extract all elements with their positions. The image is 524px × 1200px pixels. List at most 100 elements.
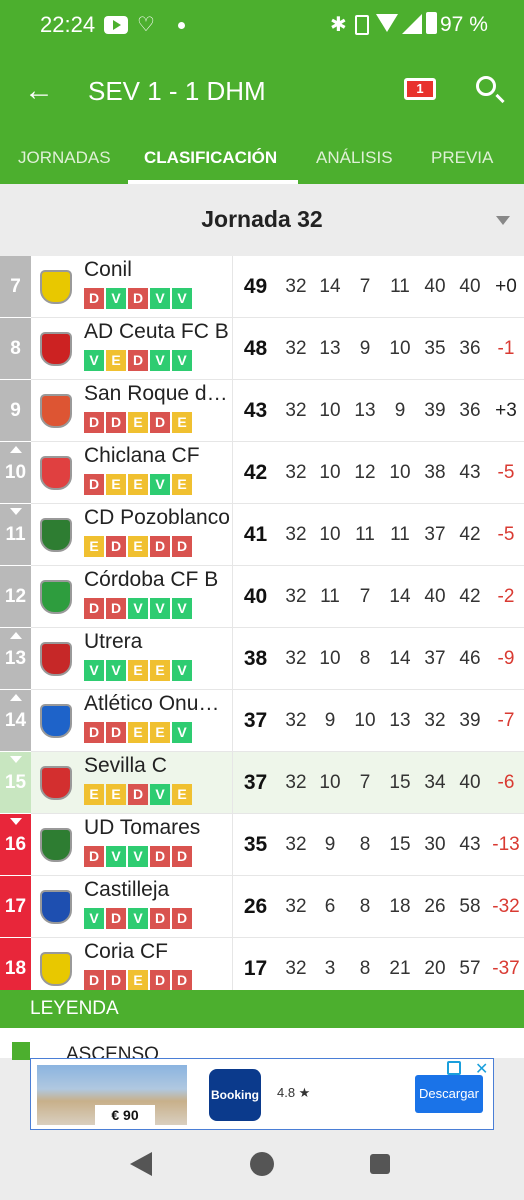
team-crest-icon [40, 270, 72, 304]
form-result-badge: E [172, 412, 192, 433]
chevron-down-icon[interactable] [496, 216, 510, 225]
back-arrow-icon[interactable]: ← [24, 74, 58, 108]
form-result-badge: V [128, 846, 148, 867]
table-row[interactable]: 13 Utrera V V E E V 38 32 10 8 14 37 46 -9 [0, 628, 524, 690]
form-result-badge: D [128, 350, 148, 371]
form-result-badge: V [150, 350, 170, 371]
table-row[interactable]: 17 Castilleja V D V D D 26 32 6 8 18 26 58 -32 [0, 876, 524, 938]
battery-icon [426, 12, 437, 34]
table-row[interactable]: 10 Chiclana CF D E E V E 42 32 10 12 10 38 43 -5 [0, 442, 524, 504]
tab-clasificacion[interactable]: CLASIFICACIÓN [144, 148, 277, 168]
stat-p: 11 [390, 276, 410, 297]
table-row[interactable]: 12 Córdoba CF B D D V V V 40 32 11 7 14 40 42 -2 [0, 566, 524, 628]
jornada-selector[interactable]: Jornada 32 [0, 184, 524, 256]
stat-gf: 40 [424, 276, 446, 297]
stat-gc: 42 [459, 524, 481, 545]
form-result-badge: V [172, 598, 192, 619]
stat-pj: 32 [285, 400, 307, 421]
table-row[interactable]: 15 Sevilla C E E D V E 37 32 10 7 15 34 40 -6 [0, 752, 524, 814]
tab-jornadas[interactable]: JORNADAS [18, 148, 111, 168]
recent-form: EDEDD [84, 536, 194, 558]
tab-bar: JORNADAS CLASIFICACIÓN ANÁLISIS PREVIA [0, 140, 524, 184]
stat-e: 13 [354, 400, 376, 421]
stat-gc: 42 [459, 586, 481, 607]
table-row[interactable]: 8 AD Ceuta FC B V E D V V 48 32 13 9 10 35 36 -1 [0, 318, 524, 380]
ad-banner[interactable]: € 90 Booking 4.8 ★ Descargar ✕ [30, 1058, 494, 1130]
form-result-badge: V [172, 350, 192, 371]
legend-title: LEYENDA [30, 998, 119, 1019]
stat-p: 14 [389, 586, 411, 607]
recent-form: VDVDD [84, 908, 194, 930]
team-name: Conil [84, 258, 132, 281]
table-row[interactable]: 18 Coria CF D D E D D 17 32 3 8 21 20 57 -37 [0, 938, 524, 990]
form-result-badge: V [172, 288, 192, 309]
form-result-badge: D [84, 598, 104, 619]
form-result-badge: E [106, 350, 126, 371]
form-result-badge: E [128, 722, 148, 743]
jornada-label: Jornada 32 [201, 206, 323, 232]
form-result-badge: E [84, 536, 104, 557]
team-name: CD Pozoblanco [84, 506, 230, 529]
form-result-badge: E [128, 536, 148, 557]
stat-gf: 37 [424, 524, 446, 545]
nav-recents-icon[interactable] [370, 1154, 390, 1174]
stat-g: 10 [319, 400, 341, 421]
stat-g: 11 [320, 586, 340, 607]
legend-header: LEYENDA [0, 990, 524, 1028]
stat-pj: 32 [285, 772, 307, 793]
stat-e: 7 [359, 276, 371, 297]
search-icon[interactable] [476, 76, 496, 96]
nav-back-icon[interactable] [130, 1152, 152, 1176]
stat-g: 9 [324, 834, 336, 855]
recent-form: DDEEV [84, 722, 194, 744]
form-result-badge: D [106, 598, 126, 619]
table-row[interactable]: 14Atlético OnubenseDDEEV3732910133239-7 [0, 690, 524, 752]
stat-pj: 32 [285, 338, 307, 359]
ad-download-button[interactable]: Descargar [415, 1075, 483, 1113]
team-name: San Roque de Lepe [84, 382, 230, 405]
stat-dif: -5 [497, 524, 515, 545]
legend-item-ascenso: ASCENSO [0, 1028, 524, 1065]
team-name: Córdoba CF B [84, 568, 219, 591]
team-name: Utrera [84, 630, 143, 653]
adchoices-icon[interactable] [447, 1061, 461, 1075]
nav-home-icon[interactable] [250, 1152, 274, 1176]
stat-p: 14 [389, 648, 411, 669]
arrow-down-icon [10, 508, 22, 515]
stat-dif: +3 [495, 400, 517, 421]
stat-gf: 37 [424, 648, 446, 669]
recent-form: DDEDE [84, 412, 194, 434]
table-row[interactable]: 11 CD Pozoblanco E D E D D 41 32 10 11 11 37 42 -5 [0, 504, 524, 566]
stat-e: 7 [359, 772, 371, 793]
close-icon[interactable]: ✕ [475, 1059, 488, 1079]
stat-g: 10 [319, 524, 341, 545]
stat-g: 9 [324, 710, 336, 731]
position-number: 7 [10, 276, 21, 297]
stat-pj: 32 [285, 524, 307, 545]
team-crest-icon [40, 580, 72, 614]
signal-icon [402, 14, 422, 34]
system-nav-bar [0, 1130, 524, 1200]
form-result-badge: E [106, 784, 126, 805]
stat-pj: 32 [285, 462, 307, 483]
stat-dif: -37 [492, 958, 520, 979]
form-result-badge: D [150, 908, 170, 929]
form-result-badge: E [128, 660, 148, 681]
comments-icon[interactable]: 1 [404, 78, 436, 100]
tab-previa[interactable]: PREVIA [431, 148, 493, 168]
stat-e: 8 [359, 648, 371, 669]
position-cell: 17 [0, 876, 31, 938]
stat-gf: 30 [424, 834, 446, 855]
table-row[interactable]: 9San Roque de LepeDDEDE4332101393936+3 [0, 380, 524, 442]
stat-p: 13 [389, 710, 411, 731]
table-row[interactable]: 16 UD Tomares D V V D D 35 32 9 8 15 30 43 -13 [0, 814, 524, 876]
form-result-badge: V [84, 350, 104, 371]
status-bar: 22:24 ♡ ✱ 97 % [0, 0, 524, 56]
stat-gc: 40 [459, 772, 481, 793]
stat-g: 14 [319, 276, 341, 297]
stat-g: 10 [319, 648, 341, 669]
team-name: Coria CF [84, 940, 169, 963]
tab-analisis[interactable]: ANÁLISIS [316, 148, 393, 168]
table-row[interactable]: 7 Conil D V D V V 49 32 14 7 11 40 40 +0 [0, 256, 524, 318]
form-result-badge: D [150, 536, 170, 557]
